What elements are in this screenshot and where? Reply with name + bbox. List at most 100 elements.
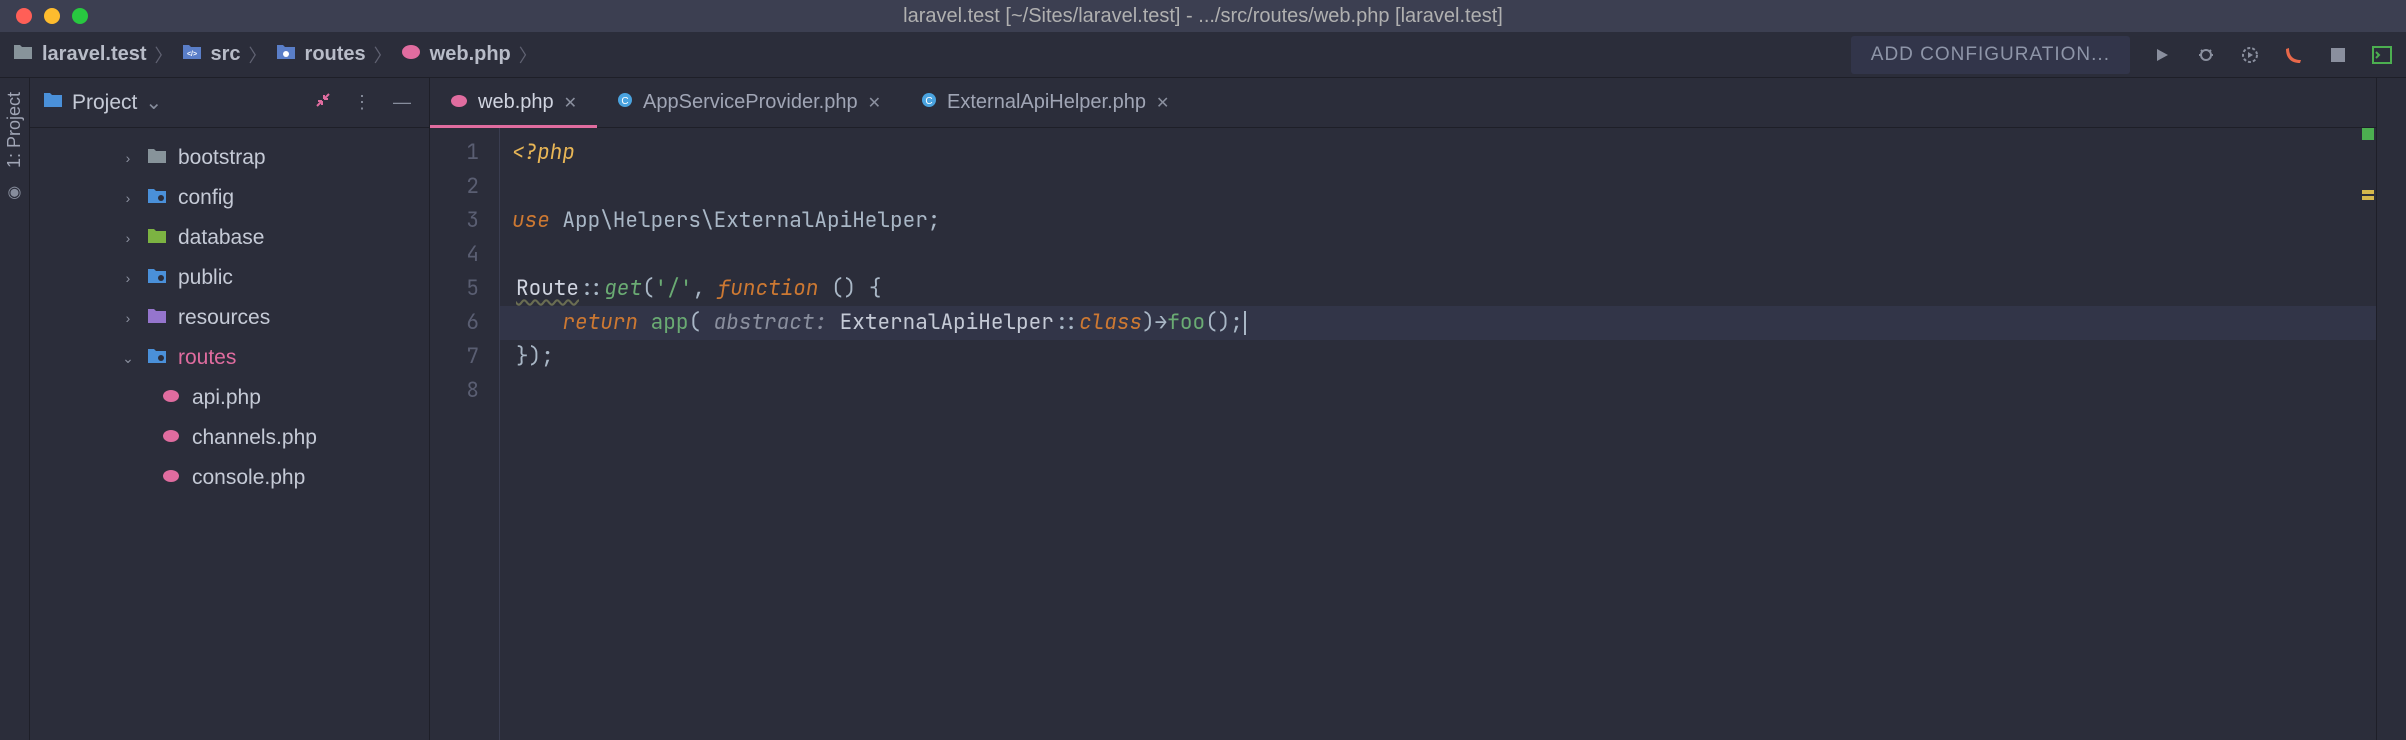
project-view-icon <box>42 91 64 115</box>
tree-label: api.php <box>192 386 261 410</box>
collapse-icon[interactable] <box>309 92 337 113</box>
error-stripe[interactable] <box>2362 128 2374 202</box>
tree-folder-resources[interactable]: › resources <box>30 298 429 338</box>
code-line-8[interactable] <box>512 374 2376 408</box>
folder-globe-icon <box>146 267 168 290</box>
elephant-icon <box>160 387 182 410</box>
breadcrumb-root[interactable]: laravel.test <box>12 43 147 67</box>
scope-op: :: <box>579 275 604 302</box>
tree-label: config <box>178 186 234 210</box>
close-icon[interactable]: ✕ <box>1156 93 1169 113</box>
project-panel: Project ⌄ ⋮ — › bootstrap › config › dat… <box>30 78 430 740</box>
warning-marker[interactable] <box>2362 196 2374 200</box>
arrow-op: → <box>1155 309 1168 336</box>
tab-app-service-provider[interactable]: C AppServiceProvider.php ✕ <box>597 78 901 127</box>
tree-label: public <box>178 266 233 290</box>
project-tree: › bootstrap › config › database › public… <box>30 128 429 498</box>
tree-folder-public[interactable]: › public <box>30 258 429 298</box>
code-line-1[interactable]: <?php <box>512 136 2376 170</box>
code-editor[interactable]: 1 2 3 4 5 6 7 8 <?php use App\Helpers\Ex… <box>430 128 2376 740</box>
close-icon[interactable]: ✕ <box>868 93 881 113</box>
space <box>827 309 840 336</box>
line-number: 5 <box>430 272 479 306</box>
close-block: }); <box>516 343 554 370</box>
tab-label: AppServiceProvider.php <box>643 91 858 114</box>
breadcrumb-separator-icon: 〉 <box>155 42 173 68</box>
breadcrumb-label: web.php <box>430 43 511 66</box>
navigation-bar: laravel.test 〉 </> src 〉 routes 〉 web.ph… <box>0 32 2406 78</box>
line-number: 4 <box>430 238 479 272</box>
run-icon[interactable] <box>2150 43 2174 67</box>
line-number: 6 <box>430 306 479 340</box>
svg-text:C: C <box>621 96 628 107</box>
method-foo: foo <box>1167 309 1205 336</box>
tree-file-console[interactable]: console.php <box>30 458 429 498</box>
tree-label: console.php <box>192 466 305 490</box>
method-get: get <box>604 275 642 302</box>
line-number: 1 <box>430 136 479 170</box>
breadcrumb-label: laravel.test <box>42 43 147 66</box>
breadcrumb-src[interactable]: </> src <box>181 43 241 67</box>
terminal-icon[interactable] <box>2370 43 2394 67</box>
code-line-4[interactable] <box>512 238 2376 272</box>
breadcrumb: laravel.test 〉 </> src 〉 routes 〉 web.ph… <box>12 42 1851 68</box>
chevron-down-icon[interactable]: ⌄ <box>145 90 162 115</box>
stop-icon[interactable] <box>2326 43 2350 67</box>
breadcrumb-routes[interactable]: routes <box>275 43 366 67</box>
code-line-3[interactable]: use App\Helpers\ExternalApiHelper; <box>512 204 2376 238</box>
text-cursor <box>1244 311 1246 335</box>
status-marker-ok <box>2362 128 2374 140</box>
window-title: laravel.test [~/Sites/laravel.test] - ..… <box>903 5 1503 28</box>
elephant-icon <box>400 43 422 67</box>
tab-external-api-helper[interactable]: C ExternalApiHelper.php ✕ <box>901 78 1189 127</box>
minimize-panel-icon[interactable]: — <box>387 92 417 113</box>
coverage-icon[interactable] <box>2238 43 2262 67</box>
tree-folder-bootstrap[interactable]: › bootstrap <box>30 138 429 178</box>
phone-icon[interactable] <box>2282 43 2306 67</box>
rail-label-text: 1: Project <box>4 92 25 168</box>
tab-label: web.php <box>478 91 554 114</box>
breadcrumb-separator-icon: 〉 <box>519 42 537 68</box>
more-icon[interactable]: ⋮ <box>347 92 377 113</box>
folder-gear-icon <box>146 187 168 210</box>
space <box>638 309 651 336</box>
left-tool-rail: 1: Project ◉ <box>0 78 30 740</box>
paren: ) <box>1142 309 1155 336</box>
code-line-5[interactable]: Route::get('/', function () { <box>512 272 2376 306</box>
php-class-icon: C <box>921 92 937 113</box>
folder-route-icon <box>146 347 168 370</box>
brace: () { <box>818 275 881 302</box>
editor-area: web.php ✕ C AppServiceProvider.php ✕ C E… <box>430 78 2376 740</box>
chevron-right-icon: › <box>120 230 136 246</box>
chevron-right-icon: › <box>120 150 136 166</box>
maximize-window-button[interactable] <box>72 8 88 24</box>
keyword-class: class <box>1079 309 1142 336</box>
editor-tabs: web.php ✕ C AppServiceProvider.php ✕ C E… <box>430 78 2376 128</box>
code-line-2[interactable] <box>512 170 2376 204</box>
tree-file-api[interactable]: api.php <box>30 378 429 418</box>
breadcrumb-file[interactable]: web.php <box>400 43 511 67</box>
comma: , <box>692 275 717 302</box>
indent <box>512 309 562 336</box>
close-icon[interactable]: ✕ <box>564 93 577 113</box>
tab-web-php[interactable]: web.php ✕ <box>430 78 597 127</box>
code-line-7[interactable]: }); <box>512 340 2376 374</box>
code-content[interactable]: <?php use App\Helpers\ExternalApiHelper;… <box>500 128 2376 740</box>
tree-file-channels[interactable]: channels.php <box>30 418 429 458</box>
debug-icon[interactable] <box>2194 43 2218 67</box>
line-number: 2 <box>430 170 479 204</box>
warning-marker[interactable] <box>2362 190 2374 194</box>
tree-folder-routes[interactable]: ⌄ routes <box>30 338 429 378</box>
elephant-icon <box>160 427 182 450</box>
tree-folder-database[interactable]: › database <box>30 218 429 258</box>
structure-icon[interactable]: ◉ <box>8 182 22 202</box>
folder-icon <box>12 43 34 67</box>
tree-folder-config[interactable]: › config <box>30 178 429 218</box>
close-window-button[interactable] <box>16 8 32 24</box>
code-line-6[interactable]: return app( abstract: ExternalApiHelper:… <box>500 306 2376 340</box>
add-configuration-button[interactable]: ADD CONFIGURATION... <box>1851 36 2130 74</box>
minimize-window-button[interactable] <box>44 8 60 24</box>
breadcrumb-label: src <box>211 43 241 66</box>
paren: ( <box>688 309 713 336</box>
project-tool-tab[interactable]: 1: Project <box>4 86 25 174</box>
